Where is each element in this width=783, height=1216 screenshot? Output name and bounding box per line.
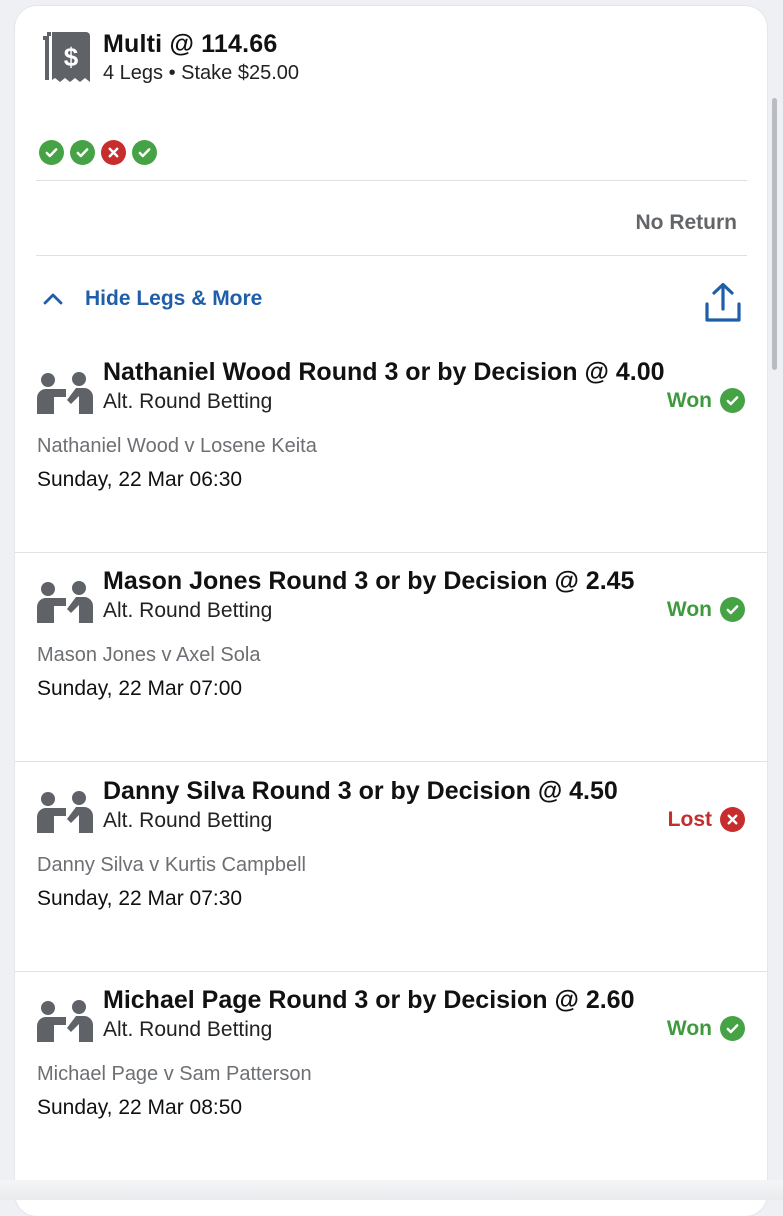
bet-subtitle: 4 Legs • Stake $25.00 (103, 62, 300, 84)
return-amount: No Return (635, 211, 738, 234)
divider (36, 255, 747, 256)
leg-result: Won (667, 597, 745, 622)
leg-result-label: Won (666, 388, 712, 412)
scrollbar[interactable] (772, 98, 777, 370)
leg-item[interactable]: Danny Silva Round 3 or by Decision @ 4.5… (15, 763, 767, 972)
bet-card: $ Multi @ 114.66 4 Legs • Stake $25.00 N… (15, 6, 767, 1216)
chevron-up-icon (43, 293, 63, 305)
leg-selection-title: Danny Silva Round 3 or by Decision @ 4.5… (103, 777, 618, 805)
leg-status-won-icon (39, 140, 64, 165)
leg-event-name: Michael Page v Sam Patterson (37, 1063, 312, 1085)
leg-status-lost-icon (101, 140, 126, 165)
fighters-icon (37, 1000, 93, 1042)
leg-event-name: Danny Silva v Kurtis Campbell (37, 854, 306, 876)
fighters-icon (37, 372, 93, 414)
leg-result-label: Won (666, 597, 712, 621)
receipt-dollar-icon: $ (43, 32, 90, 82)
leg-result-label: Lost (667, 807, 712, 831)
bet-header: $ Multi @ 114.66 4 Legs • Stake $25.00 (39, 28, 739, 98)
leg-market: Alt. Round Betting (103, 1018, 273, 1041)
leg-item[interactable]: Mason Jones Round 3 or by Decision @ 2.4… (15, 553, 767, 762)
leg-event-name: Nathaniel Wood v Losene Keita (37, 435, 317, 457)
leg-market: Alt. Round Betting (103, 809, 273, 832)
svg-text:$: $ (64, 42, 79, 72)
leg-market: Alt. Round Betting (103, 390, 273, 413)
fighters-icon (37, 581, 93, 623)
leg-result-label: Won (666, 1016, 712, 1040)
leg-result: Lost (668, 807, 745, 832)
leg-selection-title: Nathaniel Wood Round 3 or by Decision @ … (103, 358, 665, 386)
hide-legs-toggle[interactable]: Hide Legs & More (41, 282, 262, 316)
leg-selection-title: Michael Page Round 3 or by Decision @ 2.… (103, 986, 635, 1014)
leg-item[interactable]: Michael Page Round 3 or by Decision @ 2.… (15, 972, 767, 1181)
fighters-icon (37, 791, 93, 833)
leg-item[interactable]: Nathaniel Wood Round 3 or by Decision @ … (15, 344, 767, 553)
divider (15, 761, 767, 762)
leg-event-name: Mason Jones v Axel Sola (37, 644, 261, 666)
cross-circle-icon (720, 807, 745, 832)
leg-status-won-icon (70, 140, 95, 165)
leg-event-time: Sunday, 22 Mar 07:00 (37, 677, 243, 700)
leg-event-time: Sunday, 22 Mar 06:30 (37, 468, 243, 491)
leg-status-won-icon (132, 140, 157, 165)
check-circle-icon (720, 1016, 745, 1041)
leg-result: Won (667, 388, 745, 413)
leg-status-indicators (39, 140, 157, 166)
bottom-edge (0, 1180, 783, 1200)
share-icon[interactable] (703, 282, 743, 324)
check-circle-icon (720, 597, 745, 622)
check-circle-icon (720, 388, 745, 413)
leg-result: Won (667, 1016, 745, 1041)
leg-market: Alt. Round Betting (103, 599, 273, 622)
hide-legs-label: Hide Legs & More (85, 287, 263, 310)
bet-title: Multi @ 114.66 (103, 30, 278, 58)
leg-event-time: Sunday, 22 Mar 07:30 (37, 887, 243, 910)
divider (36, 180, 747, 181)
leg-event-time: Sunday, 22 Mar 08:50 (37, 1096, 243, 1119)
leg-selection-title: Mason Jones Round 3 or by Decision @ 2.4… (103, 567, 635, 595)
